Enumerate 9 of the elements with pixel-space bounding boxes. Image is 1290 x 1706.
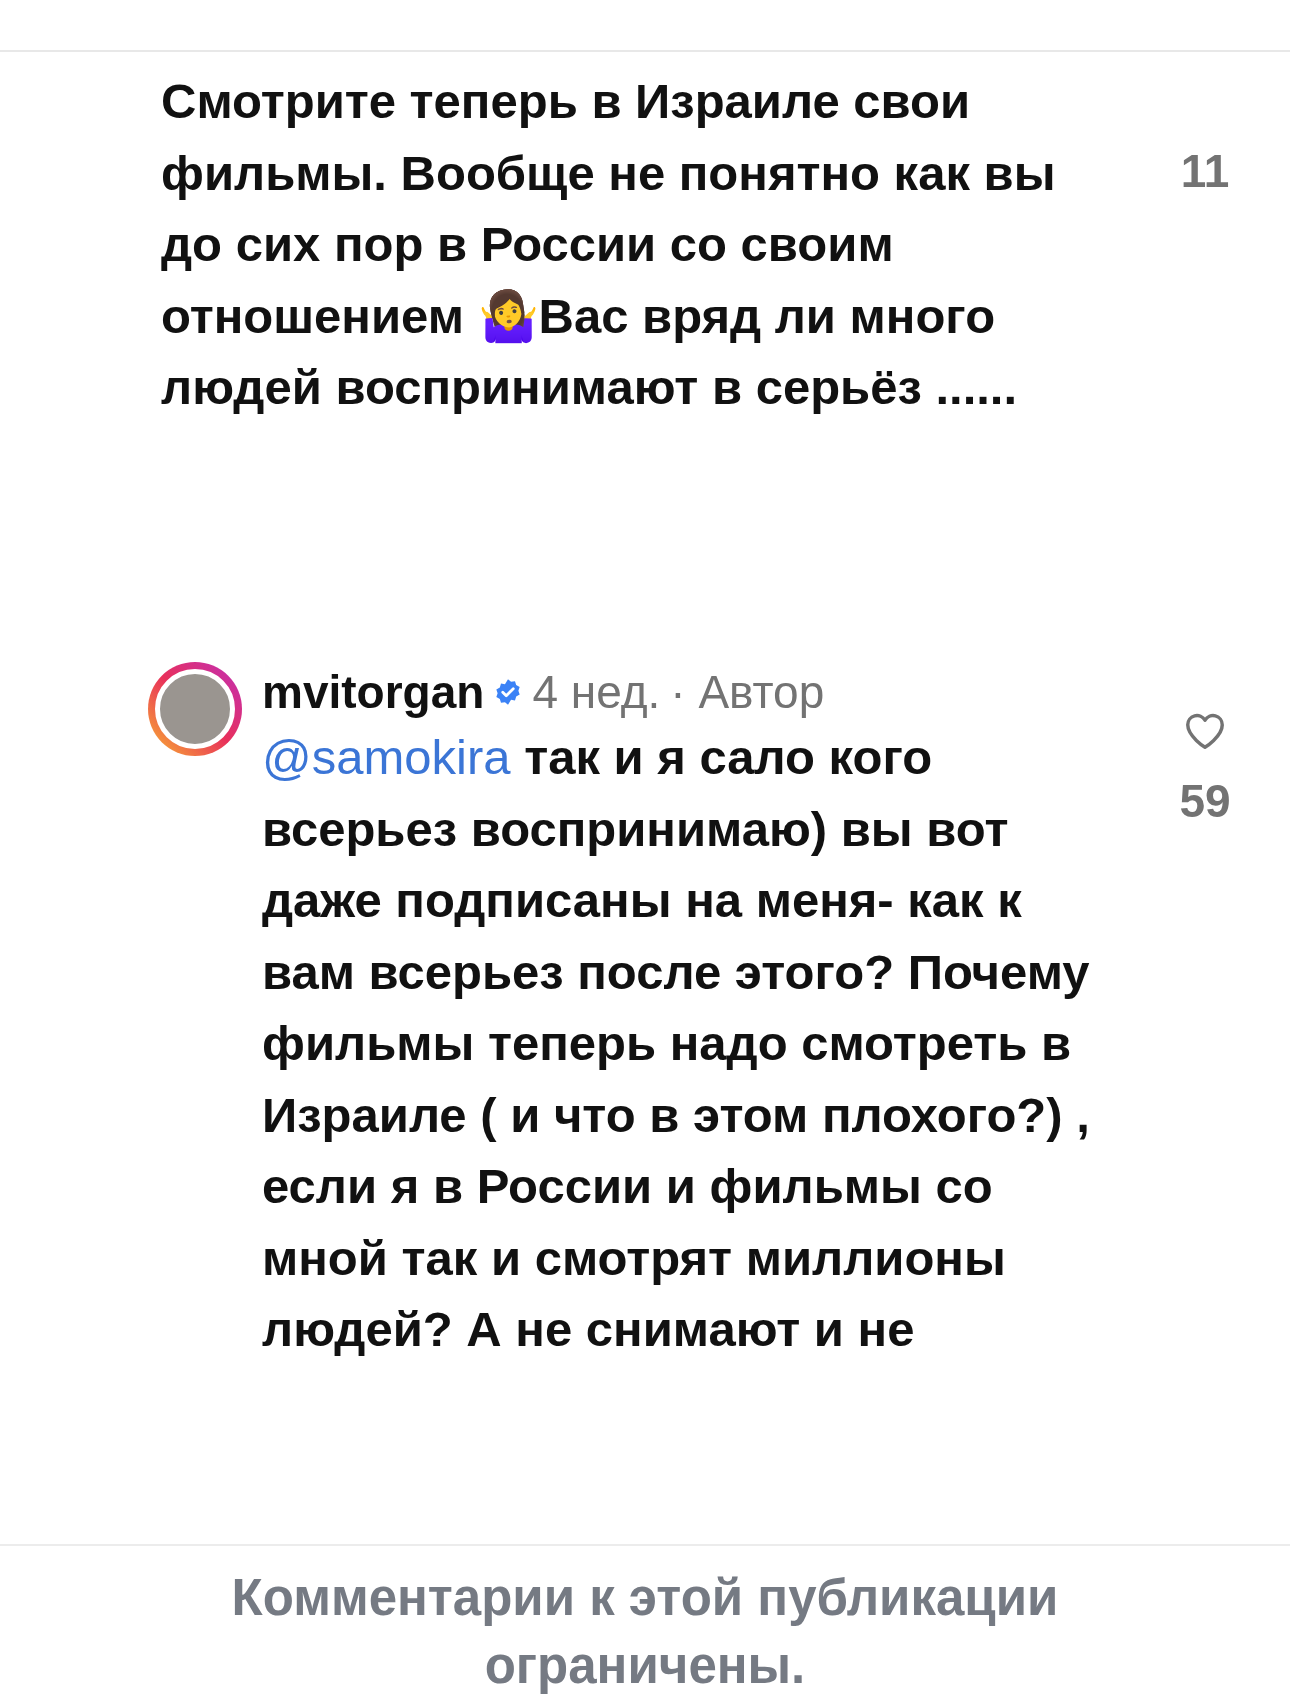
comment-text: @samokira так и я сало кого всерьез воспринимаю) вы вот даже подписаны на меня- как к вам всерьез после этого? Почему фильмы теперь надо смотреть в Израиле ( и что в этом плохого?) , если я в России и фильмы со мной так и смотрят миллионы людей? А не снимают и не bbox=[262, 729, 1091, 1358]
like-count: 59 bbox=[1179, 774, 1231, 828]
like-count: 11 bbox=[1180, 144, 1230, 198]
username-link[interactable]: mvitorgan bbox=[262, 665, 485, 719]
author-label: · Автор bbox=[670, 665, 825, 719]
comments-restricted-notice: Комментарии к этой публикации ограничены. bbox=[230, 1568, 1060, 1696]
comment-text: Смотрите теперь в Израиле свои фильмы. Вообще не понятно как вы до сих пор в России со своим отношением 🤷‍♀Вас вряд ли много людей воспринимают в серьёз ...... bbox=[161, 73, 1057, 416]
mention-link[interactable]: @samokira bbox=[262, 730, 511, 784]
comment-time: 4 нед. bbox=[532, 665, 661, 719]
